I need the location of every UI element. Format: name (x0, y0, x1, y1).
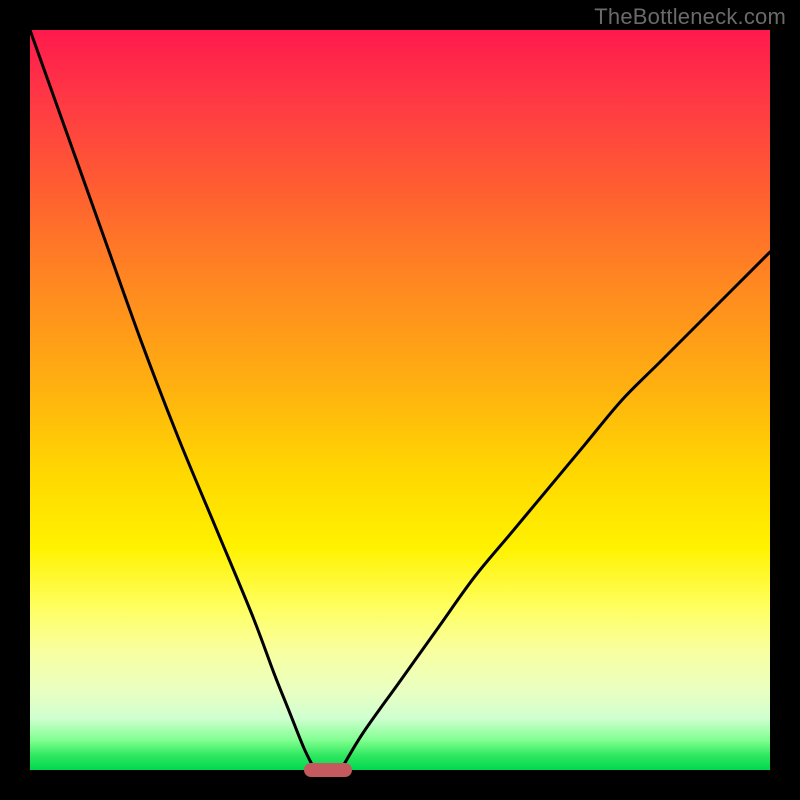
curve-right-branch (341, 252, 770, 770)
optimal-range-marker (304, 763, 352, 777)
watermark-text: TheBottleneck.com (594, 4, 786, 30)
curve-layer (30, 30, 770, 770)
outer-frame: TheBottleneck.com (0, 0, 800, 800)
curve-left-branch (30, 30, 315, 770)
plot-area (30, 30, 770, 770)
